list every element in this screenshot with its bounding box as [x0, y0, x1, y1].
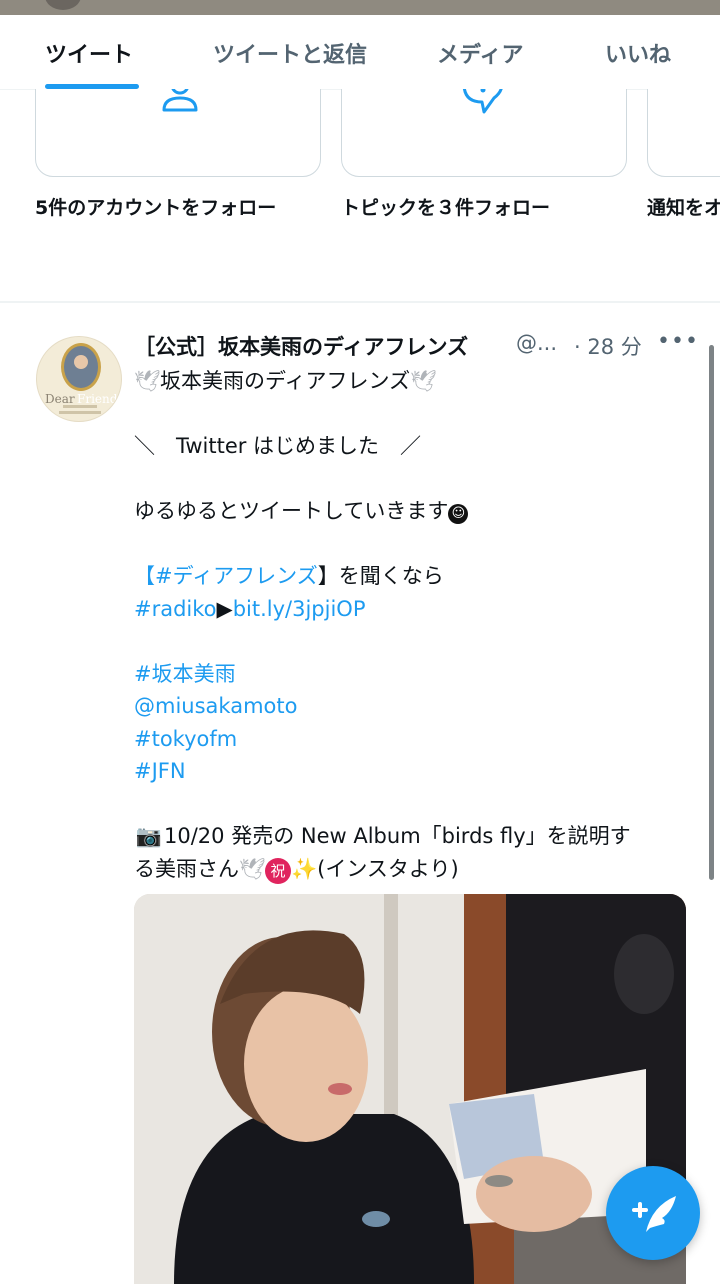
topic-bubble-icon [462, 89, 503, 114]
follow-topics-label: トピックを３件フォロー [341, 197, 551, 219]
user-handle[interactable]: @... [516, 331, 557, 355]
notifications-label: 通知をオ [647, 197, 720, 219]
avatar-text-friends: Friends [77, 392, 122, 406]
avatar[interactable]: Dear Friends [36, 336, 122, 422]
compose-tweet-button[interactable] [606, 1166, 700, 1260]
profile-avatar-sliver [45, 0, 81, 10]
hashtag-link[interactable]: #tokyofm [134, 723, 694, 756]
status-strip [0, 0, 720, 15]
profile-tabs: ツイート ツイートと返信 メディア いいね [0, 15, 720, 90]
tweet-line: 】を聞くなら [317, 564, 444, 588]
avatar-text-dear: Dear [45, 392, 75, 406]
notifications-card[interactable] [647, 89, 720, 177]
dove-icon: 🕊 [410, 369, 437, 393]
tweet-header: ［公式］坂本美雨のディアフレンズ @... · 28 分 ••• [134, 329, 698, 363]
tweet-photo[interactable] [134, 894, 686, 1284]
mention-link[interactable]: @miusakamoto [134, 690, 694, 723]
tweet-text: 🕊坂本美雨のディアフレンズ🕊 ＼ Twitter はじめました ／ ゆるゆるとツ… [134, 365, 694, 885]
dove-icon: 🕊 [134, 369, 161, 393]
person-icon [162, 89, 198, 112]
hashtag-link[interactable]: #JFN [134, 755, 694, 788]
hashtag-link[interactable]: #radiko [134, 597, 217, 621]
smile-emoji-icon: ☺ [448, 504, 469, 524]
tab-likes[interactable]: いいね [605, 37, 671, 69]
compose-tweet-icon [632, 1196, 676, 1232]
suggestion-carousel: 5件のアカウントをフォロー トピックを３件フォロー 通知をオ [0, 89, 720, 229]
photo-illustration [134, 894, 686, 1284]
tab-tweets[interactable]: ツイート [45, 37, 133, 69]
tweet-line: る美雨さん [134, 856, 239, 881]
tab-tweets-and-replies[interactable]: ツイートと返信 [213, 37, 367, 69]
tweet-line: 10/20 発売の New Album「birds fly」を説明す [164, 824, 631, 848]
follow-topics-card[interactable] [341, 89, 627, 177]
play-arrow-icon: ▶ [216, 596, 233, 621]
celebration-emoji-icon: 祝 [265, 857, 291, 884]
tweet-line: 坂本美雨のディアフレンズ [160, 369, 411, 393]
follow-accounts-label: 5件のアカウントをフォロー [35, 197, 277, 219]
tweet-timestamp[interactable]: · 28 分 [574, 331, 642, 361]
dove-icon: 🕊 [239, 856, 266, 881]
avatar-portrait [61, 343, 101, 391]
display-name[interactable]: ［公式］坂本美雨のディアフレンズ [134, 331, 468, 361]
tab-media[interactable]: メディア [437, 37, 523, 69]
camera-icon: 📷 [135, 824, 163, 848]
tweet[interactable]: Dear Friends ［公式］坂本美雨のディアフレンズ @... · 28 … [0, 303, 720, 1284]
scrollbar[interactable] [709, 345, 714, 880]
url-link[interactable]: bit.ly/3jpjiOP [233, 597, 366, 621]
tweet-line: ＼ Twitter はじめました ／ [134, 434, 422, 458]
more-options-icon[interactable]: ••• [657, 329, 699, 354]
hashtag-link[interactable]: 【#ディアフレンズ [134, 564, 318, 588]
tweet-line: ゆるゆるとツイートしていきます [134, 499, 449, 523]
sparkles-icon: ✨ [291, 856, 318, 881]
follow-accounts-card[interactable] [35, 89, 321, 177]
hashtag-link[interactable]: #坂本美雨 [134, 658, 694, 691]
tweet-line: (インスタより) [317, 856, 459, 881]
